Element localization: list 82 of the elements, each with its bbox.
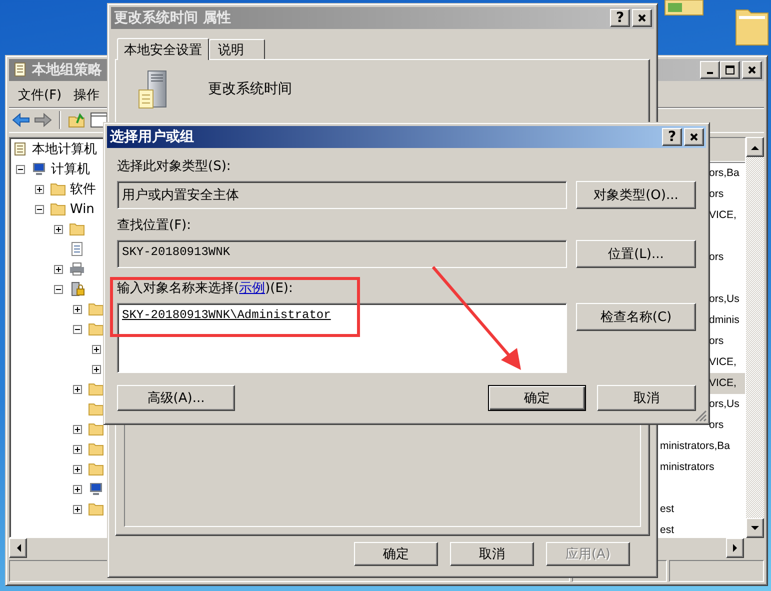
tree-label[interactable]: 计算机: [51, 160, 90, 178]
cancel-button[interactable]: 取消: [597, 385, 696, 411]
object-names-input[interactable]: SKY-20180913WNK\Administrator: [117, 303, 567, 373]
folder-icon: [88, 422, 104, 436]
object-type-label: 选择此对象类型(S):: [117, 158, 232, 176]
tree-label[interactable]: 本地计算机: [32, 140, 97, 158]
minus-box-icon[interactable]: [35, 204, 44, 214]
computer-icon: [88, 482, 104, 496]
close-icon: [747, 65, 757, 75]
folder-icon: [88, 442, 104, 456]
location-label: 查找位置(F):: [117, 217, 192, 235]
folder-icon: [88, 382, 104, 396]
printer-icon: [69, 262, 85, 276]
desktop-folder-icon[interactable]: [664, 0, 704, 16]
policy-name: 更改系统时间: [208, 80, 292, 98]
plus-box-icon[interactable]: [73, 504, 82, 514]
tree-label[interactable]: 软件: [70, 180, 96, 198]
console-tree-icon[interactable]: [90, 112, 108, 128]
menu-item[interactable]: 文件(F): [12, 86, 68, 104]
plus-box-icon[interactable]: [35, 184, 44, 194]
minimize-icon: [707, 72, 713, 74]
plus-box-icon[interactable]: [73, 424, 82, 434]
vertical-scrollbar[interactable]: [746, 137, 764, 538]
tree-label[interactable]: Win: [70, 202, 94, 216]
scroll-down-button[interactable]: [746, 518, 764, 538]
resize-grip-icon[interactable]: [695, 410, 707, 422]
document-icon: [12, 62, 28, 78]
dialog-title: 更改系统时间 属性: [114, 9, 231, 27]
scroll-right-button[interactable]: [726, 538, 744, 558]
close-button[interactable]: [684, 128, 704, 146]
folder-icon: [50, 182, 66, 196]
close-icon: [637, 13, 647, 23]
ok-button[interactable]: 确定: [488, 385, 586, 411]
check-names-button[interactable]: 检查名称(C): [576, 303, 696, 331]
server-lock-icon: [69, 282, 85, 296]
object-types-button[interactable]: 对象类型(O)...: [576, 181, 696, 209]
dialog-title: 选择用户或组: [110, 128, 194, 146]
scroll-left-button[interactable]: [9, 538, 27, 558]
tab[interactable]: 说明: [209, 39, 265, 59]
plus-box-icon[interactable]: [73, 384, 82, 394]
plus-box-icon[interactable]: [54, 224, 63, 234]
down-triangle-icon: [751, 526, 759, 530]
plus-box-icon[interactable]: [92, 344, 101, 354]
object-names-label: 输入对象名称来选择(示例)(E):: [117, 280, 294, 298]
folder-icon: [88, 462, 104, 476]
document-icon: [12, 142, 28, 156]
close-icon: [689, 132, 699, 142]
dialog-button[interactable]: 确定: [354, 542, 438, 566]
up-triangle-icon: [751, 144, 759, 150]
menu-item[interactable]: 操作: [68, 86, 106, 104]
script-icon: [69, 242, 85, 256]
minus-box-icon[interactable]: [73, 324, 82, 334]
minus-box-icon[interactable]: [54, 284, 63, 294]
plus-box-icon[interactable]: [92, 364, 101, 374]
examples-link[interactable]: 示例: [239, 281, 266, 296]
help-button[interactable]: ?: [662, 128, 682, 146]
plus-box-icon[interactable]: [73, 484, 82, 494]
computer-icon: [31, 162, 47, 176]
window-title: 本地组策略: [32, 61, 102, 79]
right-triangle-icon: [732, 544, 738, 552]
folder-icon: [88, 322, 104, 336]
back-arrow-icon[interactable]: [12, 112, 30, 128]
maximize-icon: [725, 65, 735, 75]
location-field: SKY-20180913WNK: [117, 240, 567, 268]
folder-icon: [88, 302, 104, 316]
folder-icon: [88, 402, 104, 416]
object-type-field: 用户或内置安全主体: [117, 181, 567, 209]
scroll-up-button[interactable]: [746, 137, 764, 157]
plus-box-icon[interactable]: [73, 304, 82, 314]
advanced-button[interactable]: 高级(A)...: [117, 385, 235, 411]
forward-arrow-icon[interactable]: [34, 112, 52, 128]
locations-button[interactable]: 位置(L)...: [576, 240, 696, 268]
folder-icon: [88, 502, 104, 516]
dialog-button[interactable]: 取消: [450, 542, 534, 566]
tab[interactable]: 本地安全设置: [117, 38, 209, 60]
plus-box-icon[interactable]: [54, 264, 63, 274]
minus-box-icon[interactable]: [16, 164, 25, 174]
plus-box-icon[interactable]: [73, 464, 82, 474]
folder-icon: [50, 202, 66, 216]
folder-icon: [69, 222, 85, 236]
left-triangle-icon: [16, 544, 20, 552]
plus-box-icon[interactable]: [73, 444, 82, 454]
